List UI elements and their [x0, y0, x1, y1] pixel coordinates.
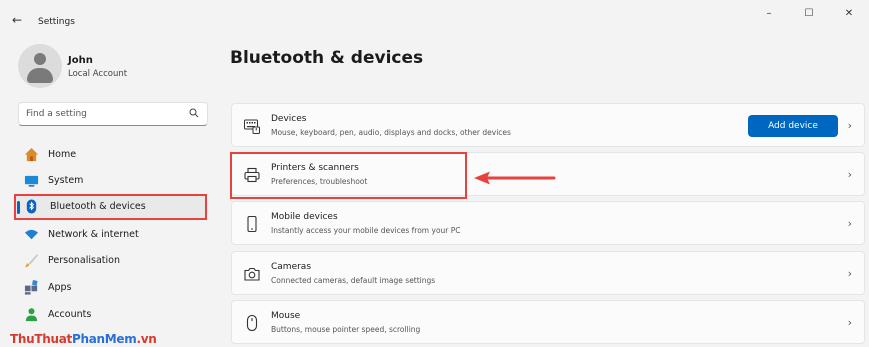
sidebar-item-home[interactable]: Home [14, 142, 207, 168]
phone-icon [247, 216, 257, 232]
card-description: Instantly access your mobile devices fro… [271, 226, 461, 235]
highlight-box [230, 152, 467, 199]
sidebar-item-apps[interactable]: Apps [14, 275, 207, 301]
sidebar-item-label: Personalisation [48, 255, 120, 266]
card-title: Mouse [271, 311, 301, 321]
brush-icon [24, 253, 39, 268]
sidebar-item-label: Bluetooth & devices [50, 201, 146, 212]
search-input[interactable]: Find a setting [18, 102, 208, 126]
active-indicator [17, 201, 20, 214]
card-description: Connected cameras, default image setting… [271, 276, 436, 285]
app-title: Settings [38, 17, 75, 27]
sidebar-item-network[interactable]: Network & internet [14, 222, 207, 248]
window-controls: – ☐ ✕ [749, 4, 869, 24]
chevron-right-icon[interactable]: › [848, 217, 852, 230]
sidebar-item-label: System [48, 175, 84, 186]
chevron-right-icon[interactable]: › [848, 316, 852, 329]
sidebar-item-label: Home [48, 149, 77, 160]
card-title: Mobile devices [271, 212, 338, 222]
account-icon [25, 308, 38, 322]
sidebar-item-accounts[interactable]: Accounts [14, 302, 207, 328]
page-title: Bluetooth & devices [230, 48, 424, 68]
chevron-right-icon[interactable]: › [848, 267, 852, 280]
chevron-right-icon[interactable]: › [848, 168, 852, 181]
card-title: Devices [271, 114, 307, 124]
search-icon [189, 108, 199, 118]
sidebar-item-label: Accounts [48, 309, 92, 320]
watermark-logo: ThuThuatPhanMem.vn [10, 332, 157, 346]
wifi-icon [24, 229, 39, 240]
maximize-button[interactable]: ☐ [789, 4, 829, 24]
system-icon [24, 175, 39, 187]
add-device-button[interactable]: Add device [748, 115, 838, 137]
avatar [18, 44, 62, 88]
mouse-card[interactable]: Mouse Buttons, mouse pointer speed, scro… [231, 300, 865, 344]
back-arrow-icon[interactable]: ← [12, 13, 22, 27]
sidebar-item-bluetooth[interactable]: Bluetooth & devices [14, 194, 207, 220]
card-description: Mouse, keyboard, pen, audio, displays an… [271, 128, 511, 137]
bluetooth-icon [26, 199, 37, 214]
devices-card[interactable]: Devices Mouse, keyboard, pen, audio, dis… [231, 103, 865, 147]
mouse-icon [246, 315, 258, 331]
sidebar-item-personalisation[interactable]: Personalisation [14, 248, 207, 274]
profile-name: John [68, 55, 93, 66]
sidebar-item-system[interactable]: System [14, 168, 207, 194]
minimize-button[interactable]: – [749, 4, 789, 24]
card-title: Cameras [271, 262, 312, 272]
camera-icon [244, 267, 260, 281]
title-bar: ← Settings – ☐ ✕ [0, 0, 869, 38]
chevron-right-icon[interactable]: › [848, 119, 852, 132]
sidebar-item-label: Apps [48, 282, 72, 293]
search-placeholder: Find a setting [26, 109, 87, 119]
cameras-card[interactable]: Cameras Connected cameras, default image… [231, 251, 865, 295]
user-profile[interactable]: John Local Account [18, 44, 208, 88]
home-icon [24, 147, 39, 162]
keyboard-icon [244, 119, 260, 134]
card-description: Buttons, mouse pointer speed, scrolling [271, 325, 421, 334]
mobile-devices-card[interactable]: Mobile devices Instantly access your mob… [231, 201, 865, 245]
sidebar-item-label: Network & internet [48, 229, 139, 240]
close-button[interactable]: ✕ [829, 4, 869, 24]
apps-icon [24, 280, 38, 295]
red-arrow-annotation [474, 171, 556, 185]
profile-account-type: Local Account [68, 69, 128, 79]
